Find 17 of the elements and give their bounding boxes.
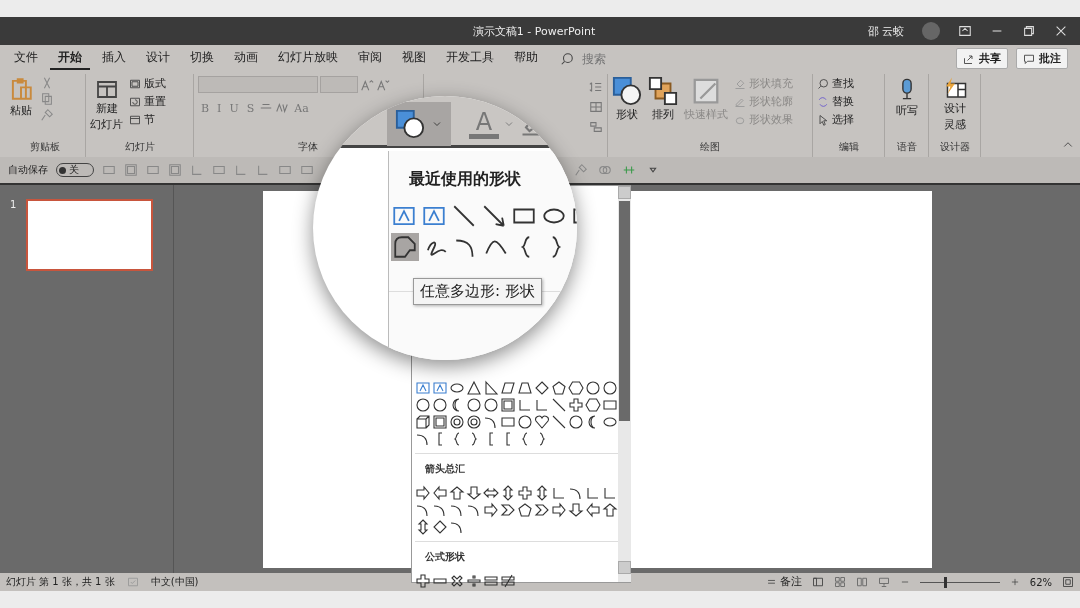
section-title: 箭头总汇 bbox=[424, 462, 466, 476]
group-label: 幻灯片 bbox=[123, 140, 156, 154]
section-title: 最近使用的形状 bbox=[409, 169, 521, 190]
group-label: 设计器 bbox=[938, 140, 971, 154]
language-label: 中文(中国) bbox=[150, 575, 199, 589]
slide-number: 1 bbox=[10, 199, 17, 210]
autosave-label: 自动保存 bbox=[8, 163, 48, 177]
group-label: 绘图 bbox=[699, 140, 721, 154]
window-title: 演示文稿1 - PowerPoint bbox=[472, 23, 596, 39]
user-name: 邵 云蛟 bbox=[867, 23, 904, 39]
group-label: 语音 bbox=[895, 140, 918, 154]
slide-info: 幻灯片 第 1 张，共 1 张 bbox=[6, 575, 115, 589]
group-label: 编辑 bbox=[837, 140, 860, 154]
tooltip: 任意多边形: 形状 bbox=[413, 278, 542, 305]
section-title: 公式形状 bbox=[424, 550, 466, 564]
group-label: 剪贴板 bbox=[28, 140, 61, 154]
group-label: 字体 bbox=[297, 140, 319, 154]
